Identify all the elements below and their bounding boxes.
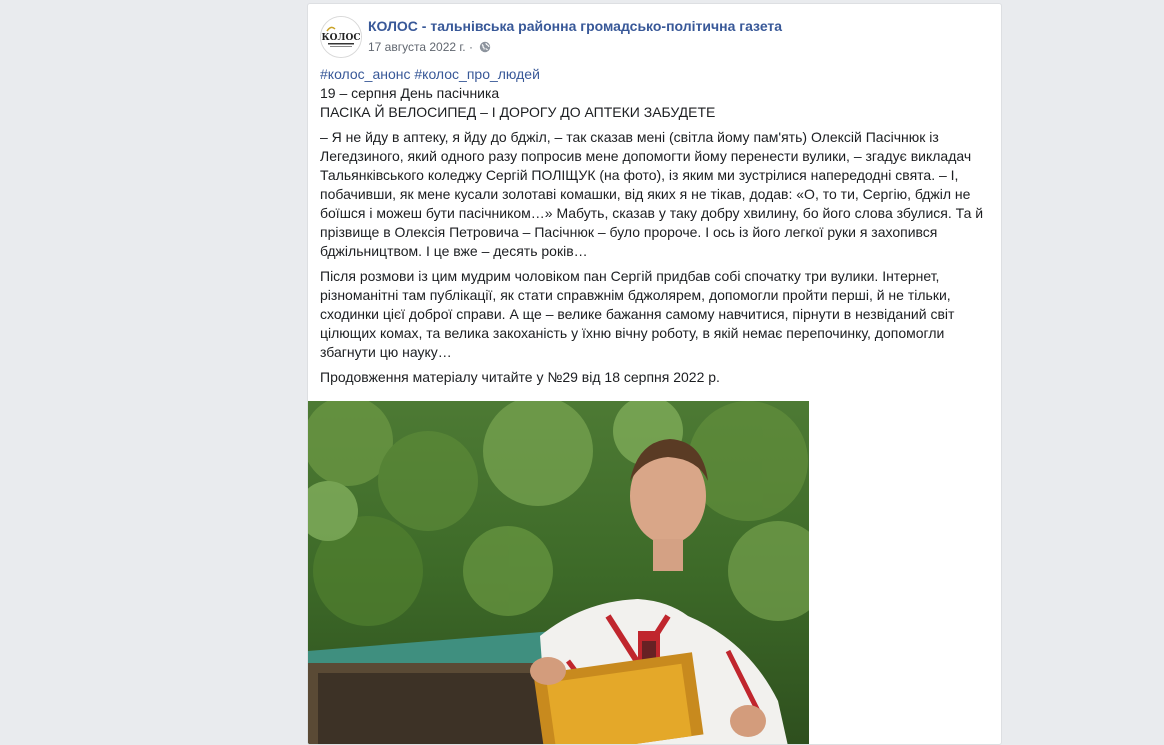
meta-separator: · (468, 39, 473, 54)
post-paragraph-3: Продовження матеріалу читайте у №29 від … (320, 369, 720, 385)
hashtag-kolos-pro-lyudey[interactable]: #колос_про_людей (414, 66, 540, 82)
page-avatar[interactable]: КОЛОС (320, 16, 362, 58)
avatar-logo-text: КОЛОС (322, 33, 361, 43)
beekeeper-photo-image (308, 401, 809, 744)
post-header: КОЛОС КОЛОС - тальнівська районна громад… (320, 16, 980, 60)
post-subtitle: 19 – серпня День пасічника (320, 85, 500, 101)
post-body: #колос_анонс #колос_про_людей 19 – серпн… (320, 65, 988, 387)
post-card: КОЛОС КОЛОС - тальнівська районна громад… (307, 3, 1002, 745)
post-paragraph-2: Після розмови із цим мудрим чоловіком па… (320, 268, 955, 360)
globe-icon[interactable] (479, 41, 491, 53)
post-headline: ПАСІКА Й ВЕЛОСИПЕД – І ДОРОГУ ДО АПТЕКИ … (320, 104, 716, 120)
post-meta: 17 августа 2022 г. · (368, 39, 491, 54)
post-paragraph-1: – Я не йду в аптеку, я йду до бджіл, – т… (320, 129, 984, 259)
post-photo[interactable] (308, 401, 809, 744)
kolos-logo-icon: КОЛОС (321, 17, 361, 57)
hashtags: #колос_анонс #колос_про_людей (320, 65, 988, 84)
hashtag-kolos-anons[interactable]: #колос_анонс (320, 66, 410, 82)
post-date[interactable]: 17 августа 2022 г. (368, 40, 466, 54)
page-name-link[interactable]: КОЛОС - тальнівська районна громадсько-п… (368, 18, 782, 34)
